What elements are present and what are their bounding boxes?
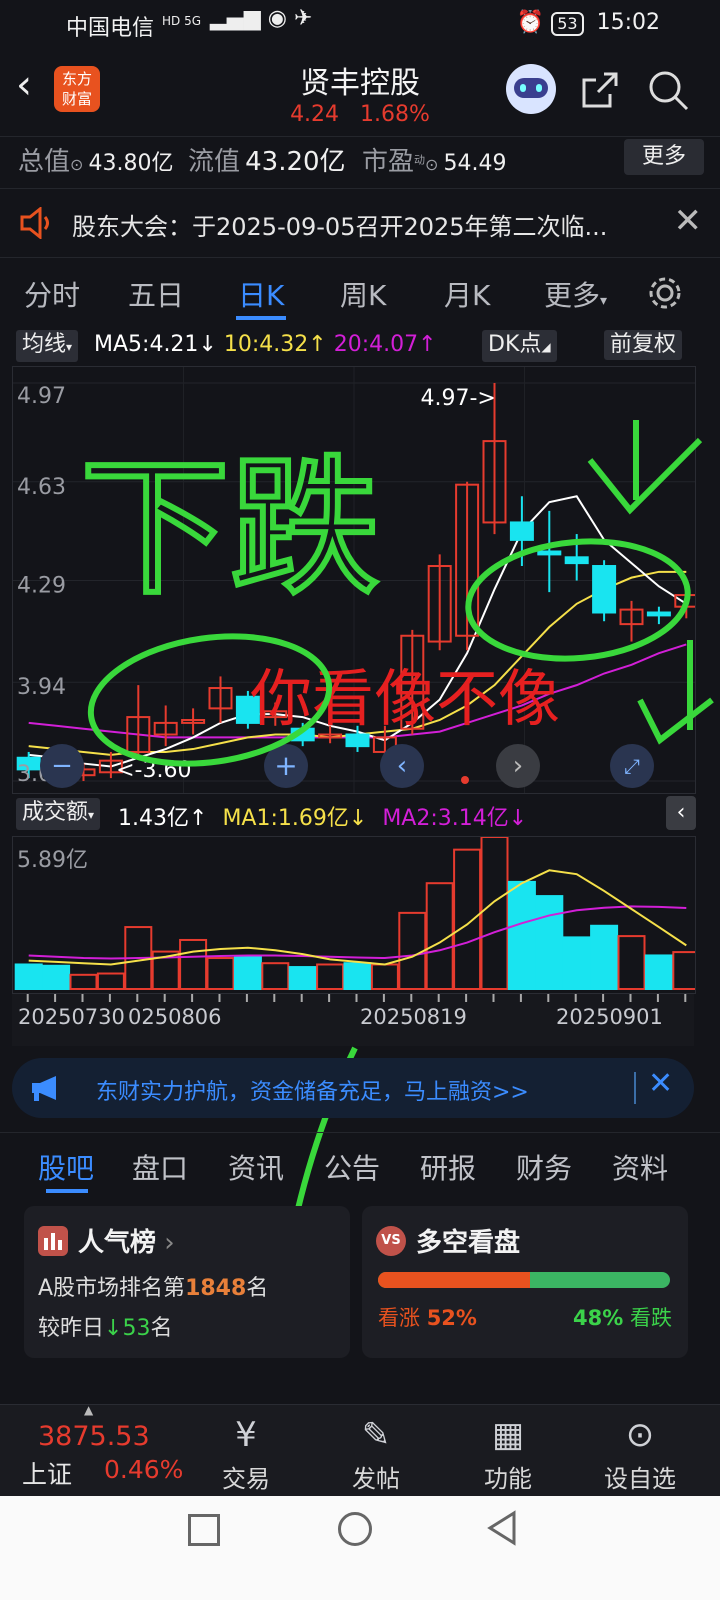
- nav-add-watchlist-label: 设自选: [604, 1465, 676, 1493]
- bottom-nav: ▲ 3875.53 上证 0.46% ¥ 交易 ✎ 发帖 ▦ 功能 ⊙ 设自选: [0, 1403, 720, 1497]
- tab-news[interactable]: 资讯: [228, 1147, 284, 1187]
- sentiment-title: 多空看盘: [416, 1228, 521, 1258]
- nav-trade-label: 交易: [222, 1465, 270, 1493]
- nav-add-watchlist[interactable]: ⊙ 设自选: [590, 1411, 690, 1494]
- promo-divider: [634, 1072, 636, 1104]
- sentiment-bull-fill: [378, 1272, 530, 1288]
- compare-suffix: 名: [150, 1316, 173, 1341]
- more-dots-icon: ⊙: [625, 1415, 655, 1455]
- rank-line: A股市场排名第1848名: [38, 1270, 268, 1302]
- promo-banner[interactable]: 东财实力护航，资金储备充足，马上融资>> ✕: [12, 1058, 694, 1118]
- popularity-title-label: 人气榜: [78, 1228, 157, 1258]
- nav-functions-label: 功能: [484, 1465, 532, 1493]
- rank-value: 1848: [185, 1276, 247, 1301]
- down-arrow-icon: ↓: [104, 1316, 123, 1341]
- annotation-down-text: 下跌: [80, 442, 380, 616]
- nav-post-label: 发帖: [352, 1465, 400, 1493]
- popularity-card[interactable]: 人气榜 › A股市场排名第1848名 较昨日↓53名: [24, 1206, 350, 1358]
- vs-icon: VS: [376, 1226, 406, 1256]
- chevron-right-icon: ›: [156, 1228, 175, 1258]
- compare-prefix: 较昨日: [38, 1316, 105, 1341]
- tab-announcements[interactable]: 公告: [324, 1147, 380, 1187]
- index-value: 3875.53: [38, 1421, 150, 1452]
- system-nav-bar: [0, 1496, 720, 1600]
- rank-suffix: 名: [246, 1276, 269, 1301]
- annotation-arrow-right: [637, 640, 714, 745]
- annotation-arrow-top: [587, 420, 703, 515]
- grid-icon: ▦: [491, 1415, 525, 1455]
- tab-research[interactable]: 研报: [420, 1147, 476, 1187]
- nav-post[interactable]: ✎ 发帖: [326, 1411, 426, 1494]
- bull-pct: 52%: [426, 1306, 477, 1330]
- nav-trade[interactable]: ¥ 交易: [196, 1411, 296, 1494]
- promo-text: 东财实力护航，资金储备充足，马上融资>>: [96, 1080, 529, 1105]
- active-section-indicator: [46, 1189, 88, 1193]
- tab-guba[interactable]: 股吧: [38, 1147, 94, 1187]
- sentiment-bar: [378, 1272, 670, 1288]
- bear-label: 看跌: [630, 1306, 672, 1330]
- bull-label: 看涨: [378, 1306, 420, 1330]
- edit-icon: ✎: [361, 1415, 391, 1455]
- section-tabs: 股吧 盘口 资讯 公告 研报 财务 资料: [0, 1132, 720, 1199]
- tab-pankou[interactable]: 盘口: [132, 1147, 188, 1187]
- bear-text: 48% 看跌: [573, 1302, 672, 1332]
- ranking-icon: [38, 1226, 68, 1256]
- rank-prefix: A股市场排名第: [38, 1276, 186, 1301]
- tab-financials[interactable]: 财务: [516, 1147, 572, 1187]
- bear-pct: 48%: [573, 1306, 624, 1330]
- handwriting-overlay: 下跌 你看像不像: [77, 420, 714, 1256]
- index-change: 0.46%: [104, 1455, 184, 1484]
- yen-circle-icon: ¥: [235, 1415, 257, 1455]
- home-icon[interactable]: [338, 1512, 372, 1546]
- index-ticker[interactable]: ▲ 3875.53 上证 0.46%: [0, 1403, 190, 1497]
- recent-apps-icon[interactable]: [188, 1514, 220, 1546]
- caret-up-icon: ▲: [84, 1403, 94, 1417]
- annotation-question-text: 你看像不像: [250, 662, 560, 735]
- popularity-title: 人气榜 ›: [78, 1222, 175, 1259]
- annotation-circle-right: [465, 538, 691, 662]
- megaphone-icon: [32, 1076, 56, 1101]
- back-nav-icon[interactable]: [486, 1510, 518, 1546]
- nav-functions[interactable]: ▦ 功能: [458, 1411, 558, 1494]
- rank-compare-line: 较昨日↓53名: [38, 1310, 172, 1342]
- close-icon[interactable]: ✕: [648, 1066, 673, 1101]
- index-name: 上证: [22, 1460, 73, 1489]
- bull-text: 看涨 52%: [378, 1302, 477, 1332]
- tab-profile[interactable]: 资料: [612, 1147, 668, 1187]
- compare-value: 53: [122, 1316, 151, 1341]
- sentiment-card[interactable]: VS 多空看盘 看涨 52% 48% 看跌: [362, 1206, 688, 1358]
